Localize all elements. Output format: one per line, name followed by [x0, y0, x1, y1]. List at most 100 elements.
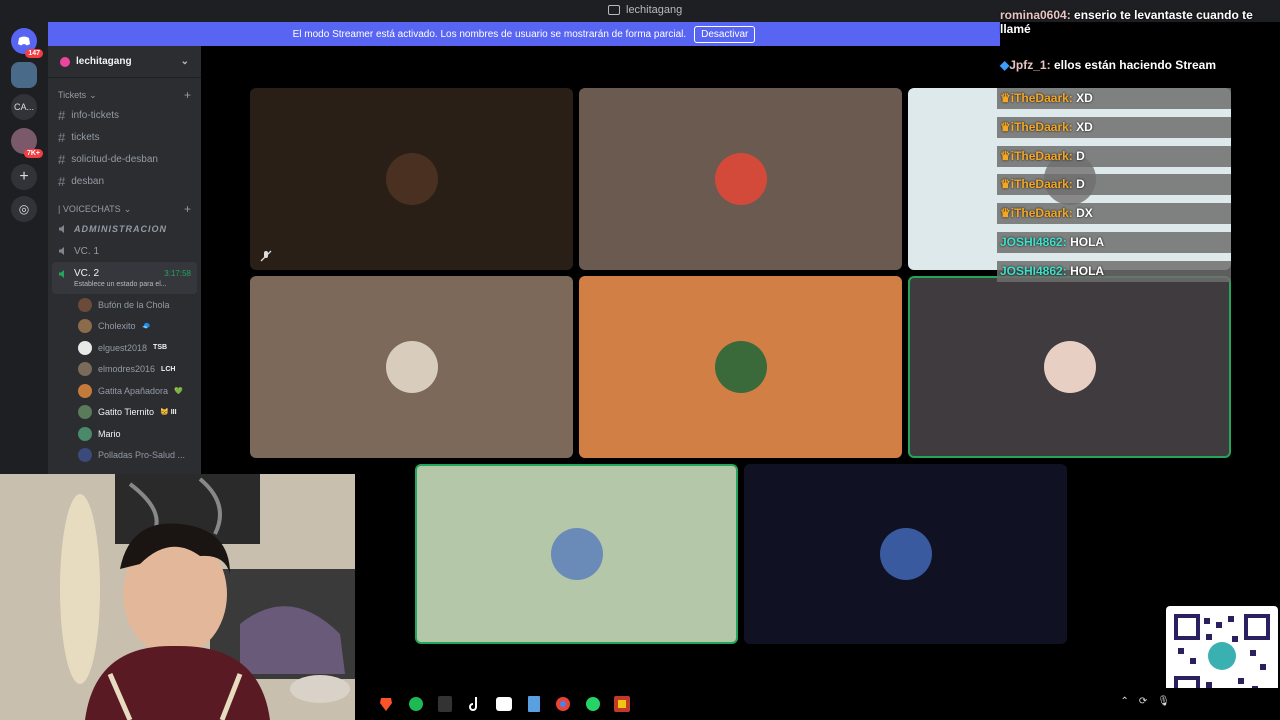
voice-user[interactable]: elmodres2016 LCH	[48, 359, 201, 381]
spotify-icon[interactable]	[405, 693, 427, 715]
chat-username: romina0604	[1000, 8, 1067, 22]
voice-user[interactable]: Gatita Apañadora 💚	[48, 380, 201, 402]
avatar	[78, 319, 92, 334]
server-rail: 147 CA... 7K+ + ◎	[0, 22, 48, 474]
add-channel-icon[interactable]: +	[184, 202, 191, 216]
discord-home-icon[interactable]: 147	[11, 28, 43, 58]
chat-separator: :	[1066, 8, 1075, 22]
chat-message: ♛iTheDaark: XD	[997, 117, 1231, 138]
avatar	[78, 297, 92, 312]
chat-message: ♛iTheDaark: D	[997, 174, 1231, 195]
channel-sidebar: lechitagang ⌄ Tickets ⌄ + # info-tickets #…	[48, 46, 201, 474]
chat-text: HOLA	[1070, 264, 1105, 278]
system-tray: ⌃ ⟳ 🎙	[1121, 696, 1170, 707]
sync-icon[interactable]: ⟳	[1139, 696, 1147, 707]
channel-label: solicitud-de-desban	[71, 153, 158, 165]
chat-username: JOSHI4862	[1000, 264, 1063, 278]
voice-user[interactable]: Mario	[48, 423, 201, 445]
chat-username: iTheDaark	[1010, 91, 1069, 105]
microphone-icon[interactable]: 🎙	[1157, 696, 1170, 707]
chat-username: Jpfz_1	[1009, 58, 1047, 72]
chat-text: XD	[1076, 120, 1093, 134]
chevron-up-icon[interactable]: ⌃	[1121, 696, 1129, 707]
category-tickets[interactable]: Tickets ⌄ +	[48, 86, 201, 104]
game-icon[interactable]	[611, 693, 633, 715]
participant-tile[interactable]	[744, 464, 1067, 644]
crown-icon: ♛	[1000, 177, 1011, 191]
channel-label: VC. 1	[74, 245, 100, 257]
mic-muted-icon	[260, 250, 272, 262]
chat-separator: :	[1062, 235, 1071, 249]
voice-channel-vc2[interactable]: VC. 2 3:17:58 Establece un estado para e…	[52, 262, 197, 294]
disable-streamer-button[interactable]: Desactivar	[694, 25, 756, 43]
avatar	[714, 153, 767, 205]
user-name: Cholexito	[98, 321, 136, 332]
channel-info-tickets[interactable]: # info-tickets	[48, 104, 201, 126]
banner-text: El modo Streamer está activado. Los nomb…	[292, 28, 687, 40]
streamer-mode-banner: El modo Streamer está activado. Los nomb…	[48, 22, 1000, 46]
participant-tile[interactable]	[908, 276, 1231, 458]
user-name: Bufón de la Chola	[98, 299, 170, 310]
server-header[interactable]: lechitagang ⌄	[48, 46, 201, 78]
server-name: lechitagang	[76, 56, 132, 67]
explore-icon[interactable]: ◎	[11, 196, 37, 222]
channel-tickets[interactable]: # tickets	[48, 126, 201, 148]
channel-desban[interactable]: # desban	[48, 170, 201, 192]
epic-icon[interactable]	[434, 693, 456, 715]
crown-icon: ♛	[1000, 206, 1011, 220]
tiktok-icon[interactable]	[464, 693, 486, 715]
channel-solicitud-de-desban[interactable]: # solicitud-de-desban	[48, 148, 201, 170]
cube-icon: ◆	[1000, 58, 1010, 72]
add-channel-icon[interactable]: +	[184, 88, 191, 102]
chat-text: D	[1076, 149, 1085, 163]
chat-text: XD	[1076, 91, 1093, 105]
hash-icon: #	[58, 107, 66, 123]
crown-icon: ♛	[1000, 91, 1011, 105]
user-name: Mario	[98, 428, 121, 439]
server-avatar-icon[interactable]: 7K+	[11, 128, 43, 158]
chrome-icon[interactable]	[552, 693, 574, 715]
voice-user[interactable]: elguest2018 TSB	[48, 337, 201, 359]
hash-icon: #	[58, 129, 66, 145]
channel-label: ADMINISTRACION	[74, 224, 167, 234]
server-lechitagang-icon[interactable]	[11, 62, 37, 88]
chat-message: JOSHI4862: HOLA	[997, 232, 1231, 253]
screen: lechitagang 147 CA... 7K+ + ◎ El modo St…	[0, 0, 1280, 720]
participant-tile[interactable]	[579, 88, 902, 270]
chat-message: ♛iTheDaark: DX	[997, 203, 1231, 224]
category-voicechats[interactable]: | VOICECHATS ⌄ +	[48, 200, 201, 218]
user-name: Gatita Apañadora	[98, 385, 169, 396]
channel-status[interactable]: Establece un estado para el...	[58, 281, 167, 288]
voice-channel-administracion[interactable]: ADMINISTRACION	[48, 218, 201, 240]
brave-icon[interactable]	[375, 693, 397, 715]
channel-timer: 3:17:58	[164, 269, 191, 278]
capcut-icon[interactable]	[493, 693, 515, 715]
voice-user[interactable]: Polladas Pro-Salud ...	[48, 445, 201, 467]
speaker-icon	[59, 225, 64, 233]
channel-label: info-tickets	[71, 109, 120, 121]
voice-user[interactable]: Gatito Tiernito 😸 III	[48, 402, 201, 424]
chat-separator: :	[1062, 264, 1071, 278]
chat-username: iTheDaark	[1010, 206, 1069, 220]
voice-user[interactable]: Bufón de la Chola	[48, 294, 201, 316]
avatar	[1043, 341, 1096, 393]
calculator-icon[interactable]	[523, 693, 545, 715]
participant-tile[interactable]	[250, 88, 573, 270]
chat-text: ellos están haciendo Stream	[1053, 58, 1216, 72]
avatar	[879, 528, 932, 580]
avatar	[385, 341, 438, 393]
chat-username: iTheDaark	[1010, 149, 1069, 163]
participant-tile[interactable]	[579, 276, 902, 458]
add-server-icon[interactable]: +	[11, 164, 37, 190]
avatar	[78, 426, 92, 441]
voice-channel-vc1[interactable]: VC. 1	[48, 240, 201, 262]
chat-message: JOSHI4862: HOLA	[997, 261, 1231, 282]
whatsapp-icon[interactable]	[582, 693, 604, 715]
participant-tile[interactable]	[250, 276, 573, 458]
hash-icon: #	[58, 151, 66, 167]
chevron-down-icon: ⌄	[123, 203, 132, 214]
server-ca-icon[interactable]: CA...	[11, 94, 37, 120]
voice-user[interactable]: Cholexito 🧢	[48, 316, 201, 338]
participant-tile[interactable]	[415, 464, 738, 644]
voice-user-list: Bufón de la Chola Cholexito 🧢 elguest2018 TS…	[48, 294, 201, 466]
